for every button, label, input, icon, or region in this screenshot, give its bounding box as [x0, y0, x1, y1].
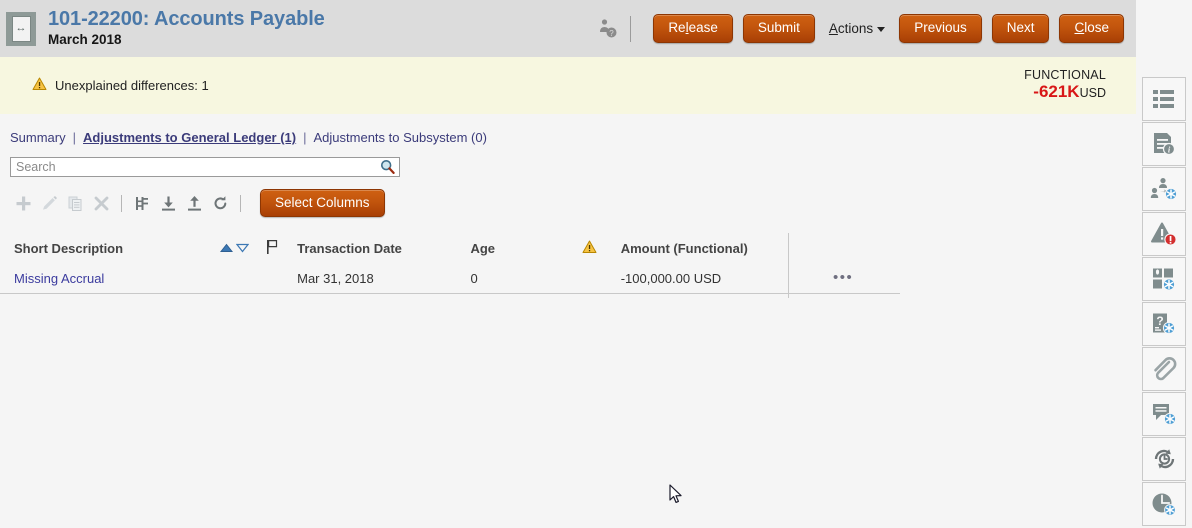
document-title-block: 101-22200: Accounts Payable March 2018: [48, 8, 325, 48]
sidebar-assign-people-icon[interactable]: [1142, 167, 1186, 211]
tab-adjustments-subsystem[interactable]: Adjustments to Subsystem (0): [314, 130, 487, 145]
table-row[interactable]: Missing Accrual Mar 31, 2018 0 -100,000.…: [0, 263, 900, 294]
copy-icon[interactable]: [62, 191, 88, 215]
functional-total: FUNCTIONAL -621KUSD: [1024, 68, 1106, 103]
sidebar-list-icon[interactable]: [1142, 77, 1186, 121]
functional-total-amount: -621KUSD: [1024, 82, 1106, 102]
page-title: 101-22200: Accounts Payable: [48, 8, 325, 31]
sidebar-modules-grid-icon[interactable]: [1142, 257, 1186, 301]
sidebar-comments-icon[interactable]: [1142, 392, 1186, 436]
download-icon[interactable]: [155, 191, 181, 215]
upload-icon[interactable]: [181, 191, 207, 215]
submit-button[interactable]: Submit: [743, 14, 815, 44]
col-transaction-date[interactable]: Transaction Date: [297, 241, 470, 256]
tab-summary[interactable]: Summary: [10, 130, 66, 145]
col-amount-functional[interactable]: Amount (Functional): [621, 241, 787, 256]
grid-toolbar: Select Columns: [10, 189, 1136, 217]
sidebar-alert-icon[interactable]: [1142, 212, 1186, 256]
col-short-description[interactable]: Short Description: [0, 241, 220, 256]
right-sidebar: i: [1136, 57, 1192, 528]
edit-pencil-icon[interactable]: [36, 191, 62, 215]
sidebar-document-info-icon[interactable]: i: [1142, 122, 1186, 166]
adjustments-table: Short Description: [0, 233, 900, 294]
toolbar-divider-1: [121, 195, 122, 212]
warning-column-icon: [582, 240, 597, 257]
sort-descending-icon[interactable]: [236, 241, 249, 256]
release-button[interactable]: Release: [653, 14, 733, 44]
svg-text:?: ?: [1156, 314, 1163, 328]
tab-separator-1: |: [73, 130, 76, 145]
sidebar-help-icon[interactable]: ?: [1142, 302, 1186, 346]
col-age[interactable]: Age: [470, 241, 582, 256]
next-button[interactable]: Next: [992, 14, 1050, 44]
freeze-columns-icon[interactable]: [129, 191, 155, 215]
application-window: ↔ 101-22200: Accounts Payable March 2018…: [0, 0, 1192, 528]
actions-menu[interactable]: Actions: [829, 21, 885, 36]
functional-total-label: FUNCTIONAL: [1024, 68, 1106, 82]
search-box: [10, 157, 400, 177]
tab-separator-2: |: [303, 130, 306, 145]
search-magnifier-icon[interactable]: [380, 159, 395, 179]
close-button[interactable]: Close: [1059, 14, 1124, 44]
sort-ascending-icon[interactable]: [220, 241, 233, 256]
select-columns-button[interactable]: Select Columns: [260, 189, 385, 217]
table-header-row: Short Description: [0, 233, 900, 263]
top-header-bar: ↔ 101-22200: Accounts Payable March 2018…: [0, 0, 1136, 57]
svg-text:?: ?: [610, 29, 615, 38]
functional-total-currency: USD: [1080, 86, 1106, 100]
tab-navigation: Summary | Adjustments to General Ledger …: [0, 114, 1136, 145]
chevron-down-icon: [877, 27, 885, 32]
functional-total-value: -621K: [1033, 82, 1079, 101]
search-input[interactable]: [10, 157, 400, 177]
delete-x-icon[interactable]: [88, 191, 114, 215]
previous-button[interactable]: Previous: [899, 14, 982, 44]
row-link-short-description[interactable]: Missing Accrual: [14, 271, 104, 286]
col-warning: [582, 240, 621, 257]
col-sort-controls: [220, 241, 266, 256]
sidebar-time-icon[interactable]: [1142, 482, 1186, 526]
cell-transaction-date: Mar 31, 2018: [297, 271, 470, 286]
sidebar-attachment-icon[interactable]: [1142, 347, 1186, 391]
cell-age: 0: [470, 271, 582, 286]
sidebar-sync-history-icon[interactable]: [1142, 437, 1186, 481]
flag-icon[interactable]: [266, 239, 279, 258]
refresh-icon[interactable]: [207, 191, 233, 215]
cell-short-description: Missing Accrual: [0, 271, 220, 286]
header-actions: ? Release Submit Actions Previous Next C…: [598, 14, 1136, 44]
warning-banner: Unexplained differences: 1 FUNCTIONAL -6…: [0, 57, 1136, 115]
panel-resize-glyph: ↔: [12, 16, 31, 42]
actions-menu-label: Actions: [829, 21, 873, 36]
toolbar-divider-2: [240, 195, 241, 212]
header-divider: [630, 16, 631, 42]
banner-message-text: Unexplained differences: 1: [55, 78, 209, 93]
tab-adjustments-general-ledger[interactable]: Adjustments to General Ledger (1): [83, 130, 296, 145]
cell-amount: -100,000.00 USD: [621, 271, 787, 286]
add-icon[interactable]: [10, 191, 36, 215]
warning-triangle-icon: [32, 77, 47, 94]
panel-resize-icon[interactable]: ↔: [6, 12, 36, 46]
person-unassigned-icon[interactable]: ?: [598, 18, 618, 40]
page-subtitle: March 2018: [48, 32, 325, 48]
main-content: Summary | Adjustments to General Ledger …: [0, 114, 1136, 528]
banner-message-group: Unexplained differences: 1: [32, 77, 209, 94]
col-flag: [266, 239, 297, 258]
